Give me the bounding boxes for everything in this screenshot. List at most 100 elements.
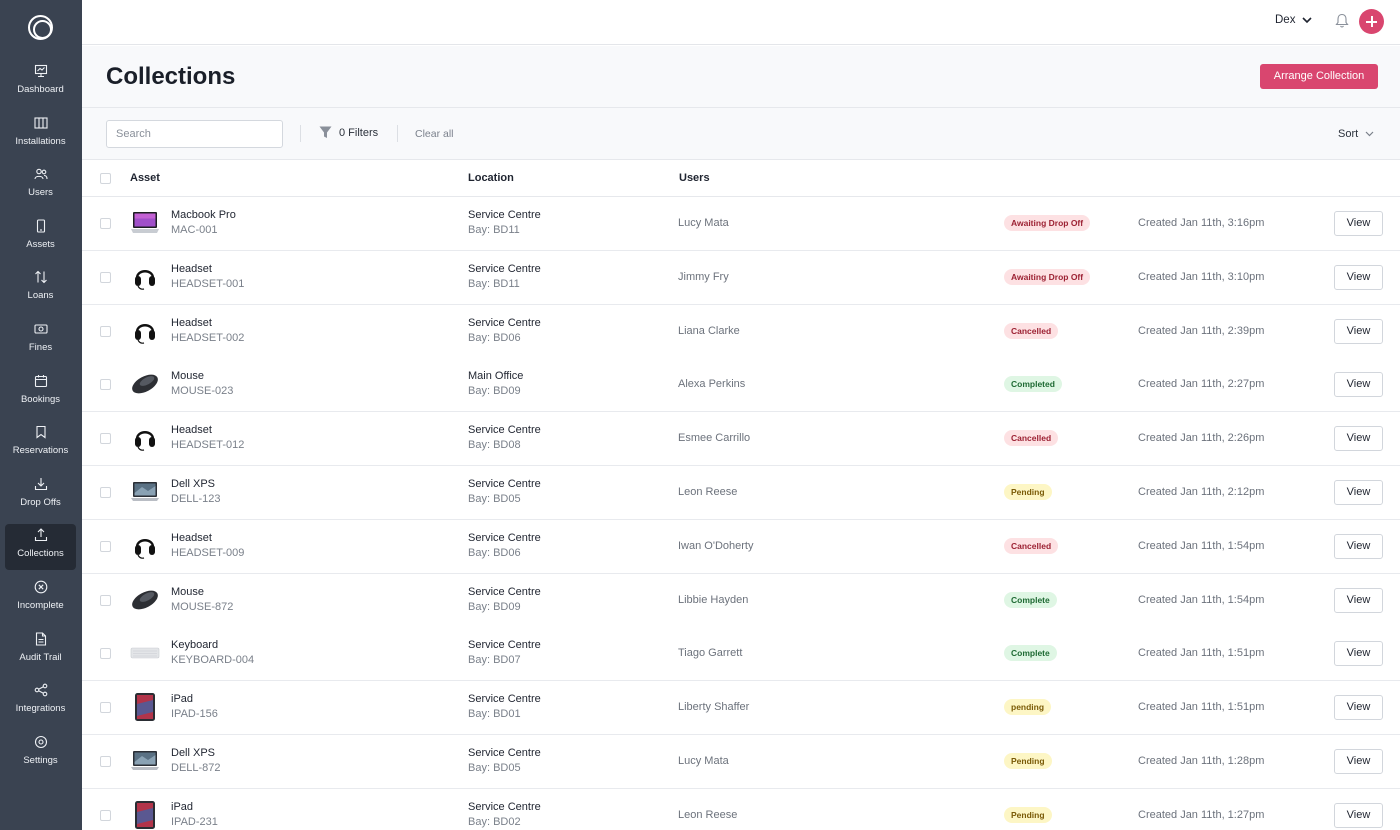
row-checkbox[interactable]: [100, 379, 111, 391]
asset-thumbnail: [135, 431, 155, 451]
table-row[interactable]: Keyboard KEYBOARD-004 Service Centre Bay: B…: [82, 627, 1400, 682]
view-button[interactable]: View: [1334, 264, 1383, 290]
bell-icon[interactable]: [1335, 13, 1349, 29]
sidebar-item-users[interactable]: Users: [5, 163, 76, 209]
view-button[interactable]: View: [1334, 695, 1383, 721]
arrange-collection-button[interactable]: Arrange Collection: [1260, 64, 1378, 89]
row-checkbox[interactable]: [100, 594, 111, 606]
toolbar-divider: [300, 125, 301, 142]
table-row[interactable]: Mouse MOUSE-023 Main Office Bay: BD09 Alexa …: [82, 358, 1400, 413]
view-button[interactable]: View: [1334, 641, 1383, 667]
table-row[interactable]: Headset HEADSET-002 Service Centre Bay: BD0…: [82, 304, 1400, 359]
sidebar-item-label: Users: [28, 187, 53, 199]
asset-thumbnail: [135, 800, 155, 829]
location-name: Service Centre: [468, 747, 541, 759]
asset-name: Headset: [171, 316, 212, 329]
sidebar-item-dashboard[interactable]: Dashboard: [5, 60, 76, 106]
column-header-users[interactable]: Users: [679, 172, 710, 184]
table-row[interactable]: Headset HEADSET-001 Service Centre Bay: BD1…: [82, 250, 1400, 305]
sidebar-item-label: Loans: [27, 290, 54, 302]
asset-name: Dell XPS: [171, 747, 216, 759]
row-checkbox[interactable]: [100, 325, 111, 337]
location-bay: Bay: BD02: [468, 815, 521, 828]
sort-dropdown[interactable]: Sort: [1338, 128, 1374, 140]
add-button[interactable]: [1359, 9, 1384, 34]
column-header-location[interactable]: Location: [468, 172, 514, 184]
sidebar-item-bookings[interactable]: Bookings: [5, 370, 76, 416]
sidebar-item-settings[interactable]: Settings: [5, 731, 76, 777]
sidebar-item-fines[interactable]: Fines: [5, 318, 76, 364]
table-row[interactable]: iPad IPAD-156 Service Centre Bay: BD01 Liber…: [82, 681, 1400, 736]
view-button[interactable]: View: [1334, 533, 1383, 559]
user-name: Leon Reese: [678, 808, 738, 821]
row-checkbox[interactable]: [100, 218, 111, 229]
reservations-icon: [36, 426, 46, 439]
sidebar-item-reservations[interactable]: Reservations: [5, 421, 76, 467]
view-button[interactable]: View: [1334, 318, 1383, 344]
chevron-down-icon: [1302, 16, 1313, 23]
clear-all-link[interactable]: Clear all: [415, 128, 454, 140]
sidebar-item-drop-offs[interactable]: Drop Offs: [5, 473, 76, 519]
table-row[interactable]: iPad IPAD-231 Service Centre Bay: BD02 Leon …: [82, 788, 1400, 830]
filters-button[interactable]: 0 Filters: [319, 126, 378, 139]
asset-code: MAC-001: [171, 224, 218, 236]
table-row[interactable]: Headset HEADSET-009 Service Centre Bay: BD0…: [82, 519, 1400, 574]
location-name: Service Centre: [468, 478, 541, 490]
table-row[interactable]: Dell XPS DELL-872 Service Centre Bay: BD05 L…: [82, 735, 1400, 789]
asset-name: iPad: [171, 800, 194, 813]
created-timestamp: Created Jan 11th, 2:39pm: [1138, 324, 1265, 337]
table-row[interactable]: Macbook Pro MAC-001 Service Centre Bay: BD1…: [82, 197, 1400, 251]
user-menu[interactable]: Dex: [1275, 14, 1313, 26]
dashboard-icon: [34, 64, 48, 78]
sidebar: Dashboard Installations Users Assets Loans Fi…: [0, 0, 82, 830]
location-bay: Bay: BD01: [468, 708, 521, 721]
created-timestamp: Created Jan 11th, 1:54pm: [1138, 539, 1265, 552]
user-name: Liana Clarke: [678, 324, 740, 337]
row-checkbox[interactable]: [100, 648, 111, 660]
location-bay: Bay: BD11: [468, 224, 520, 236]
view-button[interactable]: View: [1334, 802, 1383, 828]
row-checkbox[interactable]: [100, 702, 111, 714]
sidebar-item-label: Installations: [15, 135, 66, 147]
user-name: Liberty Shaffer: [678, 701, 750, 714]
sidebar-item-incomplete[interactable]: Incomplete: [5, 576, 76, 622]
filters-label: 0 Filters: [339, 126, 379, 139]
sidebar-item-collections[interactable]: Collections: [5, 524, 76, 571]
asset-thumbnail: [135, 693, 155, 722]
select-all-checkbox[interactable]: [100, 173, 111, 184]
view-button[interactable]: View: [1334, 372, 1383, 398]
row-checkbox[interactable]: [100, 487, 111, 498]
view-button[interactable]: View: [1334, 211, 1383, 236]
user-name: Esmee Carrillo: [678, 432, 751, 445]
sidebar-item-loans[interactable]: Loans: [5, 266, 76, 312]
sidebar-item-assets[interactable]: Assets: [5, 215, 76, 261]
row-checkbox[interactable]: [100, 540, 111, 552]
view-button[interactable]: View: [1334, 587, 1383, 613]
row-checkbox[interactable]: [100, 756, 111, 767]
sidebar-item-label: Assets: [26, 238, 55, 250]
status-badge: Pending: [1004, 806, 1052, 823]
asset-code: HEADSET-002: [171, 331, 245, 344]
row-checkbox[interactable]: [100, 433, 111, 445]
asset-thumbnail: [135, 323, 155, 344]
sidebar-item-installations[interactable]: Installations: [5, 112, 76, 158]
location-bay: Bay: BD05: [468, 762, 521, 774]
top-bar: Dex: [82, 0, 1400, 45]
column-header-asset[interactable]: Asset: [130, 172, 160, 184]
search-input[interactable]: [106, 120, 283, 148]
row-checkbox[interactable]: [100, 271, 111, 283]
sidebar-item-audit-trail[interactable]: Audit Trail: [5, 628, 76, 674]
sidebar-item-label: Collections: [17, 548, 64, 560]
table-row[interactable]: Headset HEADSET-012 Service Centre Bay: BD0…: [82, 412, 1400, 467]
view-button[interactable]: View: [1334, 426, 1383, 452]
asset-name: Headset: [171, 262, 212, 275]
view-button[interactable]: View: [1334, 749, 1383, 774]
row-checkbox[interactable]: [100, 809, 111, 821]
sidebar-item-integrations[interactable]: Integrations: [5, 679, 76, 725]
sidebar-item-label: Incomplete: [17, 600, 64, 611]
table-row[interactable]: Mouse MOUSE-872 Service Centre Bay: BD09 Lib…: [82, 573, 1400, 628]
view-button[interactable]: View: [1334, 480, 1383, 505]
table-row[interactable]: Dell XPS DELL-123 Service Centre Bay: BD05 L…: [82, 466, 1400, 520]
app-logo[interactable]: [28, 15, 53, 40]
created-timestamp: Created Jan 11th, 1:51pm: [1138, 701, 1265, 714]
